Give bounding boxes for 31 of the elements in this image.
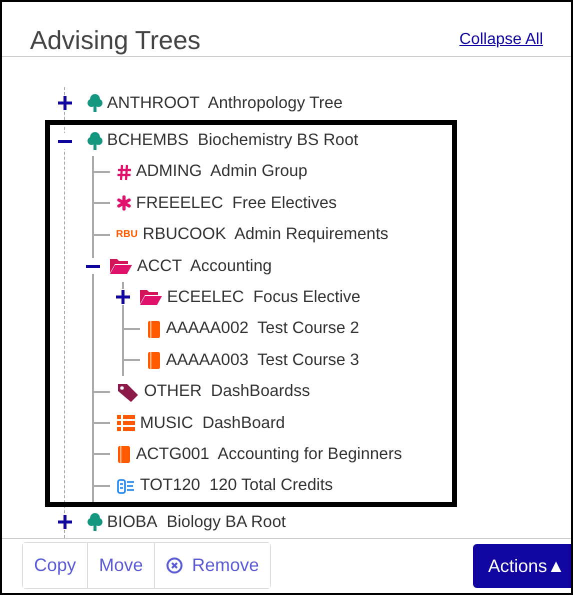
book-icon	[116, 444, 132, 464]
book-icon	[146, 350, 162, 370]
actions-button[interactable]: Actions▲	[473, 544, 571, 588]
tree-item-label[interactable]: ACTG001 Accounting for Beginners	[136, 444, 402, 464]
list-icon	[116, 413, 136, 434]
tree-item-label[interactable]: BCHEMBS Biochemistry BS Root	[107, 131, 358, 150]
tree-item-label[interactable]: ACCT Accounting	[137, 256, 272, 276]
folder-icon	[109, 256, 133, 276]
asterisk-icon	[116, 193, 132, 214]
collapse-all-link[interactable]: Collapse All	[459, 31, 543, 50]
panel-title: Advising Trees	[30, 24, 201, 56]
tree-item-label[interactable]: OTHER DashBoardss	[144, 382, 310, 402]
tree-icon	[87, 512, 103, 532]
remove-icon	[166, 557, 184, 574]
tree-icon	[87, 93, 103, 114]
tree-item-label[interactable]: FREEELEC Free Electives	[136, 194, 337, 213]
tag-icon	[116, 382, 140, 402]
rbu-label: RBU	[116, 229, 138, 240]
tree-item-label[interactable]: ADMING Admin Group	[136, 162, 308, 182]
tree-item-label[interactable]: ANTHROOT Anthropology Tree	[107, 94, 343, 113]
tree-item-label[interactable]: TOT120 120 Total Credits	[140, 476, 333, 496]
tree-item-label[interactable]: AAAAA002 Test Course 2	[166, 319, 360, 338]
tree-item-label[interactable]: RBUCOOK Admin Requirements	[142, 225, 388, 244]
tree-item-label[interactable]: MUSIC DashBoard	[140, 414, 285, 433]
folder-icon	[139, 287, 163, 308]
tree-item-label[interactable]: AAAAA003 Test Course 3	[166, 350, 360, 370]
tree-item-label[interactable]: ECEELEC Focus Elective	[167, 288, 360, 307]
tree-icon	[87, 130, 103, 151]
footer-button[interactable]: Copy	[23, 543, 88, 588]
tree-item-label[interactable]: BIOBA Biology BA Root	[107, 512, 286, 532]
book-icon	[146, 318, 162, 339]
